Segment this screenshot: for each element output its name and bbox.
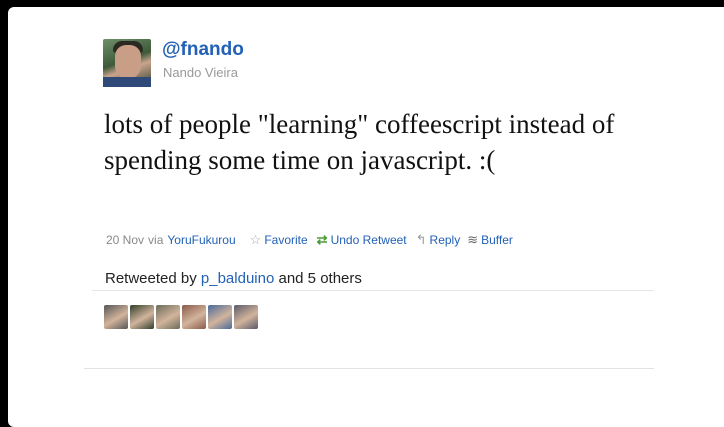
- divider: [92, 290, 654, 291]
- retweeter-avatar[interactable]: [234, 305, 258, 329]
- user-avatar[interactable]: [103, 39, 151, 87]
- retweeter-avatar[interactable]: [208, 305, 232, 329]
- buffer-label: Buffer: [481, 233, 513, 247]
- retweeted-by: Retweeted by p_balduino and 5 others: [105, 270, 362, 287]
- retweeter-avatars: [104, 305, 258, 329]
- favorite-label: Favorite: [264, 233, 308, 247]
- retweet-icon: ⇄: [316, 232, 328, 247]
- buffer-icon: ≋: [467, 232, 479, 247]
- favorite-button[interactable]: ☆ Favorite: [250, 232, 308, 248]
- avatar-shirt: [103, 77, 151, 87]
- retweeted-suffix: and 5 others: [278, 270, 362, 287]
- screen-name-link[interactable]: @fnando: [162, 39, 244, 61]
- reply-label: Reply: [429, 233, 461, 247]
- retweeter-avatar[interactable]: [156, 305, 180, 329]
- retweeter-avatar[interactable]: [130, 305, 154, 329]
- star-icon: ☆: [249, 232, 262, 247]
- retweeter-link[interactable]: p_balduino: [201, 270, 274, 287]
- buffer-button[interactable]: ≋ Buffer: [467, 232, 513, 248]
- avatar-face: [115, 45, 141, 79]
- reply-button[interactable]: ↰ Reply: [416, 232, 461, 248]
- full-name: Nando Vieira: [163, 65, 238, 80]
- tweet-text: lots of people "learning" coffeescript i…: [104, 109, 615, 175]
- undo-retweet-label: Undo Retweet: [330, 233, 407, 247]
- tweet-meta: 20 Nov via YoruFukurou ☆ Favorite ⇄ Undo…: [106, 232, 513, 248]
- retweeted-prefix: Retweeted by: [105, 270, 197, 287]
- undo-retweet-button[interactable]: ⇄ Undo Retweet: [317, 232, 407, 248]
- tweet-date[interactable]: 20 Nov: [106, 233, 144, 247]
- reply-icon: ↰: [415, 232, 427, 247]
- retweeter-avatar[interactable]: [182, 305, 206, 329]
- retweeter-avatar[interactable]: [104, 305, 128, 329]
- divider: [84, 368, 654, 369]
- via-label: via: [148, 233, 164, 247]
- source-link[interactable]: YoruFukurou: [167, 233, 235, 247]
